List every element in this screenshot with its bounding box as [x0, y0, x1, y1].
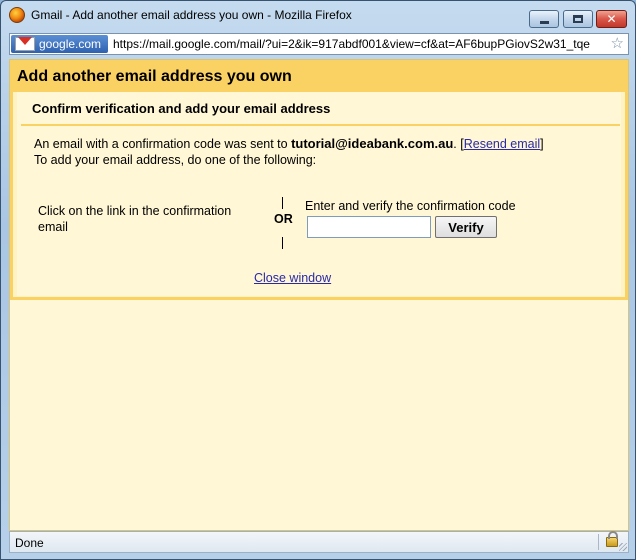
- dialog-subtitle: Confirm verification and add your email …: [32, 101, 331, 116]
- maximize-icon: [573, 15, 583, 23]
- confirmation-code-input[interactable]: [307, 216, 431, 238]
- code-field-label: Enter and verify the confirmation code: [305, 199, 516, 213]
- url-bar[interactable]: google.com https://mail.google.com/mail/…: [9, 33, 629, 55]
- close-icon: ✕: [606, 12, 617, 26]
- or-label: OR: [274, 212, 293, 226]
- window-title: Gmail - Add another email address you ow…: [31, 8, 352, 22]
- option-click-link: Click on the link in the confirmation em…: [38, 204, 232, 234]
- dialog-title: Add another email address you own: [17, 68, 292, 85]
- status-bar: Done: [9, 531, 629, 553]
- verify-button[interactable]: Verify: [435, 216, 497, 238]
- status-divider: [598, 534, 599, 550]
- dialog-body: Confirm verification and add your email …: [17, 92, 621, 296]
- resize-grip[interactable]: [619, 543, 627, 551]
- or-divider-bottom: [282, 237, 283, 249]
- maximize-button[interactable]: [563, 10, 593, 28]
- gmail-icon: [15, 37, 35, 51]
- site-identity-label: google.com: [39, 37, 102, 51]
- status-text: Done: [15, 536, 44, 550]
- resend-email-link[interactable]: Resend email: [464, 137, 540, 151]
- minimize-icon: [539, 20, 549, 24]
- message-suffix: . [: [453, 137, 464, 151]
- firefox-icon: [9, 7, 25, 23]
- divider: [21, 124, 620, 126]
- page-content: Add another email address you own Confir…: [9, 59, 629, 531]
- confirmation-message: An email with a confirmation code was se…: [34, 136, 544, 151]
- browser-window: Gmail - Add another email address you ow…: [0, 0, 636, 560]
- site-identity-button[interactable]: google.com: [11, 35, 108, 53]
- instruction-text: To add your email address, do one of the…: [34, 153, 317, 167]
- title-bar: Gmail - Add another email address you ow…: [1, 1, 635, 31]
- email-address: tutorial@ideabank.com.au: [291, 136, 454, 151]
- bookmark-star-icon[interactable]: ☆: [611, 34, 624, 52]
- close-button[interactable]: ✕: [596, 10, 627, 28]
- url-text[interactable]: https://mail.google.com/mail/?ui=2&ik=91…: [113, 37, 603, 51]
- or-divider-top: [282, 197, 283, 209]
- message-close-bracket: ]: [540, 137, 544, 151]
- dialog-header: Add another email address you own: [13, 63, 625, 92]
- minimize-button[interactable]: [529, 10, 559, 28]
- close-window-link[interactable]: Close window: [254, 271, 331, 285]
- lock-icon[interactable]: [606, 531, 618, 547]
- add-email-dialog: Add another email address you own Confir…: [10, 60, 628, 300]
- message-prefix: An email with a confirmation code was se…: [34, 137, 292, 151]
